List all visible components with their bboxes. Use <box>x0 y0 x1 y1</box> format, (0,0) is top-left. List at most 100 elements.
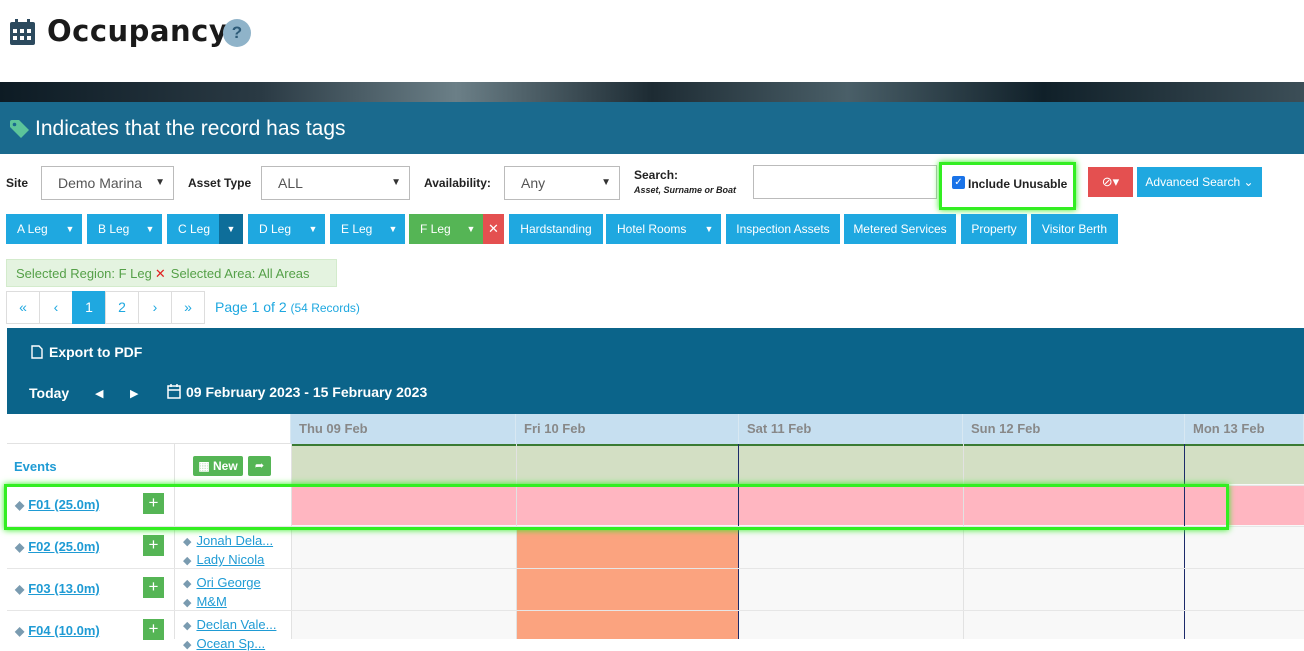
include-unusable-toggle[interactable]: ✓ Include Unusable <box>939 162 1076 210</box>
pagination-page-1[interactable]: 1 <box>72 291 106 324</box>
share-icon[interactable]: ➦ <box>248 456 271 476</box>
include-unusable-checkbox[interactable]: ✓ <box>952 176 965 189</box>
advanced-search-label: Advanced Search <box>1145 175 1241 189</box>
clear-filter-button[interactable]: ⊘▾ <box>1088 167 1133 197</box>
search-label: Search: <box>634 168 679 182</box>
caret-down-icon[interactable]: ▼ <box>459 214 483 244</box>
caret-down-icon[interactable]: ▼ <box>697 214 721 244</box>
leg-d-button[interactable]: D Leg ▼ <box>248 214 325 244</box>
guest-name: Ocean Sp... <box>196 636 266 651</box>
tag-info-bar: Indicates that the record has tags <box>0 102 1304 154</box>
remove-region-icon[interactable]: ✕ <box>155 266 166 281</box>
pagination-last[interactable]: » <box>171 291 205 324</box>
calendar-icon <box>167 384 181 399</box>
guest-link[interactable]: ◆ Jonah Dela... <box>183 533 273 548</box>
leg-e-button[interactable]: E Leg ▼ <box>330 214 405 244</box>
leg-label: C Leg <box>178 222 211 236</box>
guest-name: Ori George <box>196 575 261 590</box>
pagination-page-2[interactable]: 2 <box>105 291 139 324</box>
advanced-search-button[interactable]: Advanced Search ⌄ <box>1137 167 1262 197</box>
day-header-mon: Mon 13 Feb <box>1185 414 1304 444</box>
chevron-down-icon: ⌄ <box>1243 175 1254 189</box>
leg-label: F Leg <box>420 222 451 236</box>
grid-corner <box>7 414 291 444</box>
pagination-first[interactable]: « <box>6 291 40 324</box>
guest-link[interactable]: ◆ M&M <box>183 594 227 609</box>
leg-a-button[interactable]: A Leg ▼ <box>6 214 82 244</box>
guest-link[interactable]: ◆ Lady Nicola <box>183 552 264 567</box>
add-booking-button[interactable]: + <box>143 619 164 640</box>
selected-region-box: Selected Region: F Leg ✕ Selected Area: Al… <box>6 259 337 287</box>
page-title: Occupancy <box>47 14 229 48</box>
date-range-picker[interactable]: 09 February 2023 - 15 February 2023 <box>167 384 427 400</box>
asset-type-select[interactable]: ALL ▼ <box>261 166 410 200</box>
tag-icon: ◆ <box>183 597 192 609</box>
pagination-next[interactable]: › <box>138 291 172 324</box>
header-banner-image <box>0 82 1304 102</box>
tag-icon: ◆ <box>15 624 25 638</box>
caret-down-icon[interactable]: ▼ <box>138 214 162 244</box>
availability-select-value: Any <box>521 175 546 191</box>
availability-label: Availability: <box>424 176 491 190</box>
hotel-rooms-label: Hotel Rooms <box>617 222 687 236</box>
availability-select[interactable]: Any ▼ <box>504 166 620 200</box>
remove-leg-f-button[interactable]: ✕ <box>483 214 504 244</box>
caret-down-icon[interactable]: ▼ <box>381 214 405 244</box>
events-row[interactable] <box>291 444 1304 484</box>
booking-block[interactable] <box>516 526 738 639</box>
hotel-rooms-button[interactable]: Hotel Rooms ▼ <box>606 214 721 244</box>
berth-link-f03[interactable]: ◆ F03 (13.0m) <box>15 581 100 596</box>
chevron-down-icon: ▼ <box>601 177 611 188</box>
asset-type-label: Asset Type <box>188 176 252 190</box>
site-select[interactable]: Demo Marina ▼ <box>41 166 174 200</box>
calendar-toolbar: Export to PDF Today ◀ ▶ 09 February 2023… <box>7 328 1304 414</box>
pagination-prev[interactable]: ‹ <box>39 291 73 324</box>
tag-icon <box>10 120 29 138</box>
leg-c-button[interactable]: C Leg ▼ <box>167 214 243 244</box>
leg-label: E Leg <box>341 222 373 236</box>
tag-icon: ◆ <box>15 582 25 596</box>
guest-link[interactable]: ◆ Ori George <box>183 575 261 590</box>
berth-name: F02 (25.0m) <box>28 539 100 554</box>
hardstanding-button[interactable]: Hardstanding <box>509 214 603 244</box>
caret-down-icon[interactable]: ▼ <box>219 214 243 244</box>
property-button[interactable]: Property <box>961 214 1027 244</box>
filter-clear-icon: ⊘▾ <box>1101 174 1120 189</box>
prev-week-icon[interactable]: ◀ <box>95 387 103 400</box>
guest-link[interactable]: ◆ Ocean Sp... <box>183 636 265 651</box>
tag-icon: ◆ <box>15 540 25 554</box>
berth-link-f04[interactable]: ◆ F04 (10.0m) <box>15 623 100 638</box>
tag-info-text: Indicates that the record has tags <box>35 117 346 140</box>
record-count: (54 Records) <box>290 301 360 315</box>
selected-region-text: Selected Region: F Leg <box>16 266 152 281</box>
row-highlight <box>4 484 1229 530</box>
day-header-sun: Sun 12 Feb <box>963 414 1185 444</box>
chevron-down-icon: ▼ <box>391 177 401 188</box>
guest-name: Jonah Dela... <box>196 533 274 548</box>
caret-down-icon[interactable]: ▼ <box>58 214 82 244</box>
today-button[interactable]: Today <box>29 385 69 401</box>
day-header-sat: Sat 11 Feb <box>739 414 963 444</box>
metered-services-button[interactable]: Metered Services <box>844 214 956 244</box>
berth-name: F04 (10.0m) <box>28 623 100 638</box>
asset-type-select-value: ALL <box>278 175 303 191</box>
export-pdf-button[interactable]: Export to PDF <box>31 344 142 360</box>
next-week-icon[interactable]: ▶ <box>130 387 138 400</box>
chevron-down-icon: ▼ <box>155 177 165 188</box>
help-button[interactable]: ? <box>223 19 251 47</box>
berth-link-f02[interactable]: ◆ F02 (25.0m) <box>15 539 100 554</box>
leg-b-button[interactable]: B Leg ▼ <box>87 214 162 244</box>
tag-icon: ◆ <box>183 578 192 590</box>
leg-f-button[interactable]: F Leg ▼ <box>409 214 483 244</box>
add-booking-button[interactable]: + <box>143 535 164 556</box>
visitor-berth-button[interactable]: Visitor Berth <box>1031 214 1118 244</box>
caret-down-icon[interactable]: ▼ <box>301 214 325 244</box>
new-event-button[interactable]: ▦ New <box>193 456 243 476</box>
tag-icon: ◆ <box>183 536 192 548</box>
guest-link[interactable]: ◆ Declan Vale... <box>183 617 276 632</box>
add-booking-button[interactable]: + <box>143 577 164 598</box>
row-line <box>7 610 1304 611</box>
search-hint: Asset, Surname or Boat <box>634 185 737 195</box>
search-input[interactable] <box>753 165 937 199</box>
inspection-assets-button[interactable]: Inspection Assets <box>726 214 840 244</box>
